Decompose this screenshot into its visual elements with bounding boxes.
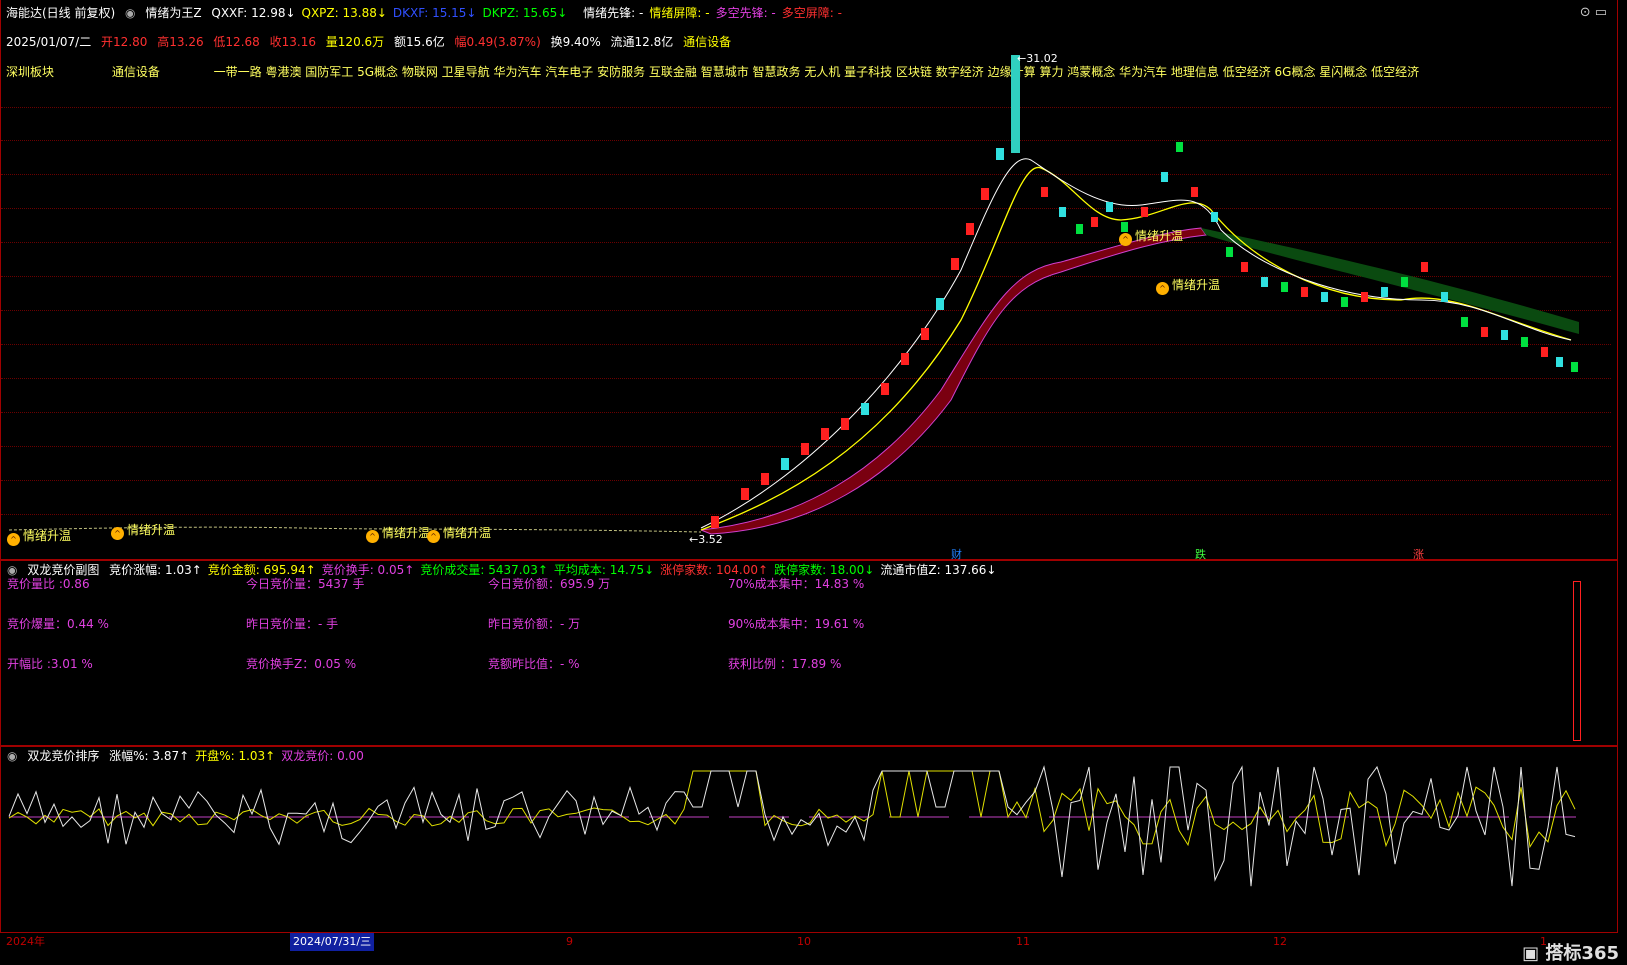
ma-ribbon bbox=[700, 227, 1207, 535]
candle bbox=[1191, 187, 1198, 197]
date-axis-label: 12 bbox=[1273, 935, 1287, 948]
signal-tag[interactable]: ^ 情绪升温 bbox=[1156, 276, 1220, 295]
candle bbox=[741, 488, 749, 500]
date-axis-label: 9 bbox=[566, 935, 573, 948]
auction-stat: 昨日竞价额：- 万 bbox=[488, 617, 581, 631]
candle bbox=[1011, 55, 1020, 153]
candle bbox=[1226, 247, 1233, 257]
auction-stat: 获利比例 ：17.89 % bbox=[728, 657, 842, 671]
candle bbox=[1361, 292, 1368, 302]
signal-tag[interactable]: ^ 情绪升温 bbox=[366, 524, 430, 543]
candle bbox=[1091, 217, 1098, 227]
candle bbox=[1481, 327, 1488, 337]
candle bbox=[921, 328, 929, 340]
date-axis-label: 2024/07/31/三 bbox=[290, 933, 375, 951]
auction-stat: 今日竞价量：5437 手 bbox=[246, 577, 365, 591]
candle bbox=[936, 298, 944, 310]
auction-panel[interactable]: ◉ 双龙竞价副图 竞价涨幅: 1.03↑ 竞价金额: 695.94↑ 竞价换手: 0… bbox=[0, 560, 1618, 746]
candle bbox=[901, 353, 909, 365]
candle bbox=[951, 258, 959, 270]
auction-stat: 90%成本集中：19.61 % bbox=[728, 617, 865, 631]
candle bbox=[1176, 142, 1183, 152]
date-axis-label: 2024年 bbox=[6, 935, 45, 948]
candle bbox=[841, 418, 849, 430]
candle bbox=[1556, 357, 1563, 367]
candle bbox=[1106, 202, 1113, 212]
candle bbox=[761, 473, 769, 485]
ma-line-white bbox=[700, 158, 1572, 529]
candle bbox=[1421, 262, 1428, 272]
candlestick-chart[interactable] bbox=[1, 0, 1611, 560]
series-open-line bbox=[8, 770, 1576, 849]
signal-tag[interactable]: ^ 情绪升温 bbox=[1119, 227, 1183, 246]
candle bbox=[861, 403, 869, 415]
candle bbox=[1341, 297, 1348, 307]
candle bbox=[781, 458, 789, 470]
signal-tag[interactable]: ^ 情绪升温 bbox=[7, 527, 71, 546]
price-panel[interactable]: ←31.02 ←3.52 财 跌 涨 ^ 情绪升温 ^ 情绪升温 ^ 情绪升温 ^ 情绪… bbox=[0, 0, 1618, 561]
date-axis-label: 10 bbox=[797, 935, 811, 948]
candle bbox=[801, 443, 809, 455]
max-price-label: ←31.02 bbox=[1017, 52, 1058, 65]
candle bbox=[711, 516, 719, 528]
candle bbox=[1141, 207, 1148, 217]
candle bbox=[981, 188, 989, 200]
series-change-line bbox=[8, 765, 1576, 887]
candle bbox=[966, 223, 974, 235]
date-axis-label: 11 bbox=[1016, 935, 1030, 948]
signal-tag[interactable]: ^ 情绪升温 bbox=[111, 521, 175, 540]
auction-stat: 竞价量比 :0.86 bbox=[7, 577, 90, 591]
auction-stat: 开幅比 :3.01 % bbox=[7, 657, 93, 671]
auction-stat: 竞额昨比值：- % bbox=[488, 657, 580, 671]
auction-stat: 今日竞价额：695.9 万 bbox=[488, 577, 611, 591]
candle bbox=[1059, 207, 1066, 217]
candle bbox=[1301, 287, 1308, 297]
signal-tag[interactable]: ^ 情绪升温 bbox=[427, 524, 491, 543]
auction-item: 竞价涨幅: 1.03↑ bbox=[109, 563, 202, 577]
candle bbox=[1571, 362, 1578, 372]
logo: ▣ 搭标365 bbox=[1522, 943, 1619, 964]
candle bbox=[821, 428, 829, 440]
auction-item: 流通市值Z: 137.66↓ bbox=[880, 563, 997, 577]
candle bbox=[1541, 347, 1548, 357]
candle bbox=[1281, 282, 1288, 292]
candle bbox=[1041, 187, 1048, 197]
candle bbox=[1381, 287, 1388, 297]
candle bbox=[1401, 277, 1408, 287]
candle bbox=[1441, 292, 1448, 302]
auction-stat: 竞价爆量：0.44 % bbox=[7, 617, 109, 631]
candle bbox=[996, 148, 1004, 160]
candle bbox=[1211, 212, 1218, 222]
candle bbox=[1321, 292, 1328, 302]
ranking-panel[interactable]: ◉ 双龙竞价排序 涨幅%: 3.87↑ 开盘%: 1.03↑ 双龙竞价: 0.00 bbox=[0, 746, 1618, 933]
ma-line-yellow bbox=[700, 166, 1572, 531]
candle bbox=[1501, 330, 1508, 340]
auction-stat: 70%成本集中：14.83 % bbox=[728, 577, 865, 591]
ranking-line-chart[interactable] bbox=[1, 747, 1611, 932]
min-price-label: ←3.52 bbox=[689, 533, 723, 546]
candle bbox=[1261, 277, 1268, 287]
auction-stat: 昨日竞价量：- 手 bbox=[246, 617, 339, 631]
candle bbox=[1161, 172, 1168, 182]
candle bbox=[1076, 224, 1083, 234]
candle bbox=[881, 383, 889, 395]
candle bbox=[1241, 262, 1248, 272]
scroll-bar[interactable] bbox=[1573, 581, 1581, 741]
ma-ribbon-green bbox=[1201, 228, 1579, 334]
candle bbox=[1461, 317, 1468, 327]
candle bbox=[1521, 337, 1528, 347]
auction-stat: 竞价换手Z：0.05 % bbox=[246, 657, 357, 671]
